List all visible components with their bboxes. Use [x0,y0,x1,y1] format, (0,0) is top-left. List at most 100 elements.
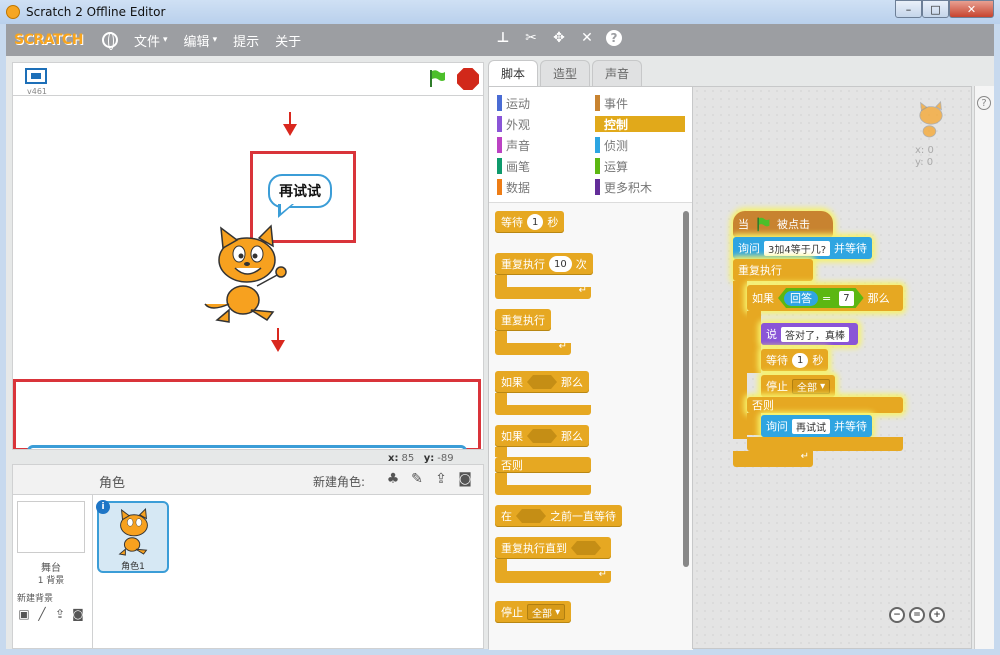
block-text-input[interactable]: 再试试 [792,418,830,434]
y-value: -89 [437,453,454,464]
block-number-input[interactable]: 1 [792,352,809,368]
script-area[interactable]: x: 0 y: 0 当 被点击 询问 3加4等于几? 并等待 重复执行 如果 回答 =… [692,86,972,649]
minimize-button[interactable]: – [895,0,922,18]
stage-thumbnail[interactable] [17,501,85,553]
block-forever[interactable]: 重复执行 [495,309,551,331]
paint-brush-icon[interactable]: ✎ [409,471,425,487]
block-label: 如果 [752,292,774,305]
backdrop-count: 1 背景 [37,576,65,586]
menubar: SCRATCH 文件 ▾ 编辑 ▾ 提示 关于 ⊥ ✂ ✥ ✕ ? [6,24,994,56]
block-ask-and-wait[interactable]: 询问 3加4等于几? 并等待 [733,237,873,259]
category-looks[interactable]: 外观 [497,116,587,132]
maximize-button[interactable]: □ [922,0,949,18]
stage-canvas[interactable]: 再试试 ✓ [12,95,484,450]
block-text-input[interactable]: 答对了，真棒 [781,326,849,342]
backdrop-library-icon[interactable]: ▣ [17,607,31,621]
shrink-icon[interactable]: ✕ [578,28,596,48]
stop-icon[interactable] [457,68,479,90]
scissors-icon[interactable]: ✂ [522,28,540,48]
green-flag-icon [757,217,770,232]
camera-icon[interactable]: ◙ [71,607,85,621]
zoom-out-icon[interactable]: − [889,607,905,623]
hat-when-flag-clicked[interactable]: 当 被点击 [733,211,833,237]
block-forever[interactable]: 重复执行 [733,259,813,281]
x-label: x: [388,453,399,464]
scratch-logo[interactable]: SCRATCH [14,29,83,51]
palette-scrollbar[interactable] [683,211,689,567]
zoom-in-icon[interactable]: + [929,607,945,623]
block-stop[interactable]: 停止 全部 ▾ [761,375,836,397]
category-more-blocks[interactable]: 更多积木 [595,179,685,195]
category-label: 控制 [604,117,629,132]
block-stop[interactable]: 停止 全部 ▾ [495,601,572,623]
else-spine [747,413,761,435]
stage-selector[interactable]: 舞台 1 背景 新建背景 ▣ ╱ ⇪ ◙ [13,495,93,648]
category-events[interactable]: 事件 [595,95,685,111]
block-say[interactable]: 说答对了，真棒 [761,323,858,345]
category-control[interactable]: 控制 [595,116,685,132]
category-motion[interactable]: 运动 [497,95,587,111]
block-number-input[interactable]: 10 [549,256,572,272]
upload-icon[interactable]: ⇪ [433,471,449,487]
category-data[interactable]: 数据 [497,179,587,195]
menu-about[interactable]: 关于 [275,31,301,50]
tab-sounds[interactable]: 声音 [592,60,643,86]
block-number-input[interactable]: 1 [527,214,544,230]
green-flag-icon[interactable] [427,68,447,88]
tab-costumes[interactable]: 造型 [540,60,591,86]
block-if-end [495,405,591,415]
category-swatch [497,95,502,111]
help-icon[interactable]: ? [977,96,991,110]
grow-icon[interactable]: ✥ [550,28,568,48]
block-if-else[interactable]: 如果 那么 [495,425,589,447]
zoom-reset-icon[interactable]: = [909,607,925,623]
close-button[interactable]: ✕ [949,0,994,18]
menu-file[interactable]: 文件 ▾ [134,31,168,50]
menu-tips[interactable]: 提示 [233,31,259,50]
block-dropdown[interactable]: 全部 ▾ [527,604,566,620]
block-wait-until[interactable]: 在 之前一直等待 [495,505,622,527]
app-cat-icon [6,5,20,19]
category-sound[interactable]: 声音 [497,137,587,153]
tips-sidebar: ? [974,86,994,649]
block-boolean-slot[interactable] [527,375,557,389]
language-globe-icon[interactable] [102,32,118,50]
upload-icon[interactable]: ⇪ [53,607,67,621]
sprite-tile[interactable]: i 角色1 [96,500,169,573]
block-text-input[interactable]: 3加4等于几? [764,240,831,256]
block-if[interactable]: 如果 那么 [495,371,589,393]
info-icon[interactable]: i [96,500,110,514]
category-pen[interactable]: 画笔 [497,158,587,174]
block-text-input[interactable]: 7 [839,291,853,306]
block-repeat-until[interactable]: 重复执行直到 [495,537,611,559]
stamp-icon[interactable]: ⊥ [494,28,512,48]
cat-sprite-thumbnail [118,507,148,556]
block-if-else[interactable]: 如果 回答 = 7 那么 [747,285,903,311]
category-operators[interactable]: 运算 [595,158,685,174]
category-sensing[interactable]: 侦测 [595,137,685,153]
category-swatch [497,116,502,132]
block-label: 并等待 [834,420,867,433]
menu-edit[interactable]: 编辑 ▾ [184,31,218,50]
block-wait[interactable]: 等待 1 秒 [761,349,829,371]
block-boolean-slot[interactable] [527,429,557,443]
block-boolean-slot[interactable] [516,509,546,523]
block-ask-and-wait[interactable]: 询问 再试试 并等待 [761,415,872,437]
block-repeat[interactable]: 重复执行 10 次 [495,253,593,275]
block-boolean-slot[interactable] [571,541,601,555]
speech-bubble-tail-inner [281,204,292,213]
block-operator-equals[interactable]: 回答 = 7 [778,288,864,308]
cat-sprite[interactable] [199,224,295,324]
sprite-library-icon[interactable]: ♣ [385,471,401,487]
fullscreen-icon[interactable] [25,68,47,84]
block-wait[interactable]: 等待 1 秒 [495,211,565,233]
paint-brush-icon[interactable]: ╱ [35,607,49,621]
tab-scripts[interactable]: 脚本 [488,60,539,86]
reporter-answer[interactable]: 回答 [784,291,818,306]
if-else-end [747,437,903,451]
help-icon[interactable]: ? [606,30,622,46]
block-repeat-until-spine [495,559,507,571]
camera-icon[interactable]: ◙ [457,471,473,487]
block-else-label: 否则 [495,457,591,473]
block-dropdown[interactable]: 全部 ▾ [792,378,831,394]
